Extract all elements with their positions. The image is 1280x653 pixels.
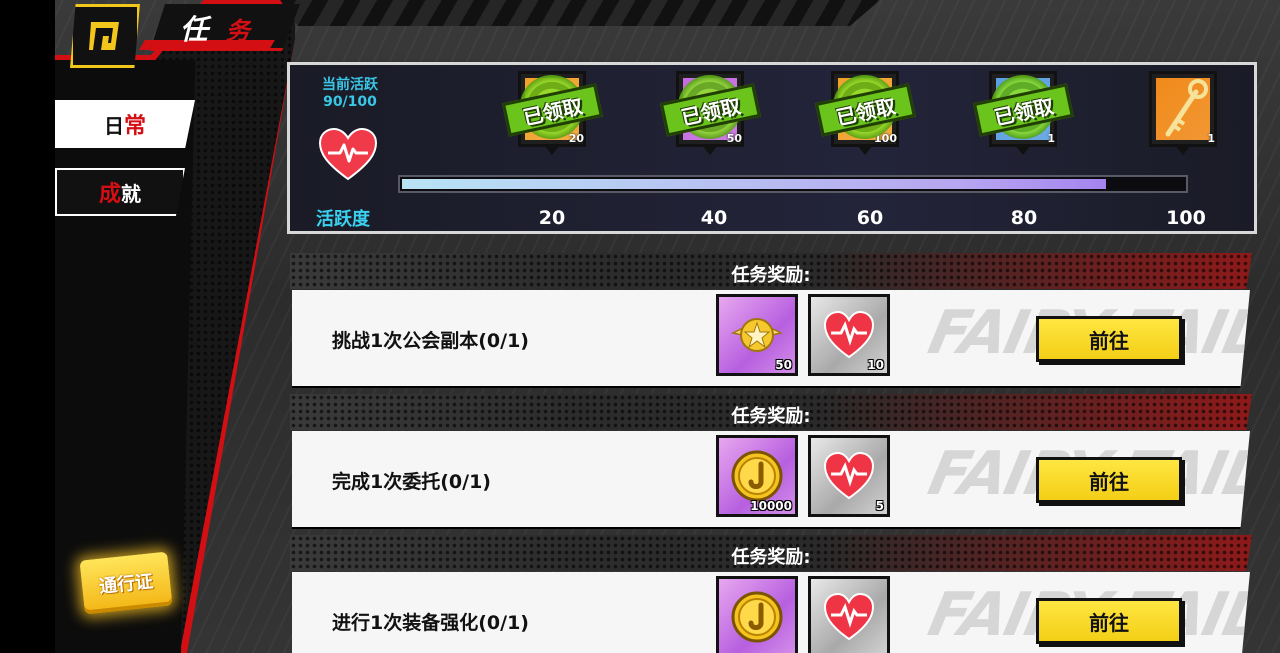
reward-item-heart[interactable]: 10	[808, 294, 890, 376]
milestone-chest-40[interactable]: 50 已领取	[659, 69, 761, 157]
medal-icon	[730, 318, 784, 352]
reward-qty: 5	[875, 499, 884, 513]
task-reward-header-label: 任务奖励:	[731, 265, 811, 286]
coin-icon	[731, 450, 783, 502]
golden-key-icon	[1165, 79, 1208, 137]
claimed-stamp: 已领取	[813, 69, 916, 145]
milestone-chest-60[interactable]: 100 已领取	[814, 69, 916, 157]
claimed-stamp: 已领取	[500, 69, 603, 145]
coin-icon	[731, 591, 783, 643]
chest-qty: 50	[726, 132, 742, 145]
activity-panel: 当前活跃 90/100 活跃度 20 40 60 80 100 20 已领取 5…	[287, 62, 1257, 234]
chest-qty: 1	[1047, 132, 1055, 145]
go-button[interactable]: 前往	[1036, 598, 1182, 644]
task-reward-header: 任务奖励:	[290, 394, 1252, 430]
task-row: 任务奖励: FAIRY TAIL 进行1次装备强化(0/1) 前往	[290, 535, 1252, 653]
chest-pointer	[1175, 145, 1191, 155]
tab-daily-label-highlight: 常	[123, 114, 146, 139]
chest-pointer	[702, 145, 718, 155]
milestone-40-value: 40	[700, 207, 728, 229]
reward-item-coin[interactable]: 10000	[716, 435, 798, 517]
go-button[interactable]: 前往	[1036, 457, 1182, 503]
current-activity-label: 当前活跃	[322, 77, 378, 93]
milestone-80-value: 80	[1010, 207, 1038, 229]
chest-pointer	[1015, 145, 1031, 155]
page-title-second: 务	[225, 17, 254, 45]
page-title: 任 务	[180, 8, 254, 48]
chest-pointer	[857, 145, 873, 155]
tab-achievement[interactable]: 成就	[55, 168, 185, 216]
task-row: 任务奖励: FAIRY TAIL 挑战1次公会副本(0/1) 50 10 前往	[290, 253, 1252, 388]
battle-pass-button[interactable]: 通行证	[79, 551, 173, 615]
reward-qty: 10000	[750, 499, 792, 513]
tab-daily-label-plain: 日	[103, 113, 124, 138]
reward-item-coin[interactable]	[716, 576, 798, 653]
milestone-chest-20[interactable]: 20 已领取	[501, 69, 603, 157]
top-stripe-decoration	[280, 0, 880, 26]
task-name: 进行1次装备强化(0/1)	[332, 612, 529, 634]
reward-item-heart[interactable]: 5	[808, 435, 890, 517]
activity-progress-bar	[398, 175, 1188, 193]
task-reward-header-label: 任务奖励:	[731, 406, 811, 427]
back-logo-icon[interactable]	[70, 4, 140, 68]
chest-pointer	[544, 145, 560, 155]
screen-edge	[0, 0, 55, 653]
go-button[interactable]: 前往	[1036, 316, 1182, 362]
task-reward-header: 任务奖励:	[290, 535, 1252, 571]
task-row: 任务奖励: FAIRY TAIL 完成1次委托(0/1) 10000 5 前往	[290, 394, 1252, 529]
task-body: FAIRY TAIL 进行1次装备强化(0/1) 前往	[292, 572, 1250, 653]
reward-item-medal[interactable]: 50	[716, 294, 798, 376]
logo-glyph-icon	[89, 22, 119, 50]
reward-qty: 10	[867, 358, 884, 372]
heart-icon	[823, 451, 875, 500]
claimed-stamp: 已领取	[658, 69, 761, 145]
task-body: FAIRY TAIL 完成1次委托(0/1) 10000 5 前往	[292, 431, 1250, 529]
tab-achievement-label-highlight: 成	[98, 182, 121, 207]
task-reward-header: 任务奖励:	[290, 253, 1252, 289]
current-activity-value: 90/100	[323, 94, 377, 110]
current-activity: 当前活跃 90/100	[304, 77, 396, 111]
task-name: 挑战1次公会副本(0/1)	[332, 330, 529, 352]
tab-daily[interactable]: 日常	[55, 100, 195, 148]
milestone-chest-80[interactable]: 1 已领取	[972, 69, 1074, 157]
page-title-first: 任	[180, 13, 213, 46]
milestone-chest-100[interactable]: 1	[1143, 71, 1223, 157]
chest-color	[1156, 78, 1210, 140]
heart-icon	[823, 310, 875, 359]
activity-progress-fill	[402, 179, 1106, 189]
milestone-20-value: 20	[538, 207, 566, 229]
task-body: FAIRY TAIL 挑战1次公会副本(0/1) 50 10 前往	[292, 290, 1250, 388]
heart-icon	[823, 592, 875, 641]
activity-heart-icon	[318, 127, 378, 181]
reward-qty: 50	[775, 358, 792, 372]
chest-qty: 1	[1207, 132, 1215, 145]
task-name: 完成1次委托(0/1)	[332, 471, 491, 493]
milestone-60-value: 60	[856, 207, 884, 229]
claimed-stamp: 已领取	[971, 69, 1074, 145]
activity-label: 活跃度	[316, 209, 370, 230]
task-reward-header-label: 任务奖励:	[731, 547, 811, 568]
game-screen: 任 务 日常 成就 通行证 当前活跃 90/100 活跃度 20 40 60 8…	[0, 0, 1280, 653]
reward-item-heart[interactable]	[808, 576, 890, 653]
chest-qty: 20	[568, 132, 584, 145]
milestone-100-value: 100	[1166, 207, 1206, 229]
tab-achievement-label-plain: 就	[121, 181, 141, 206]
